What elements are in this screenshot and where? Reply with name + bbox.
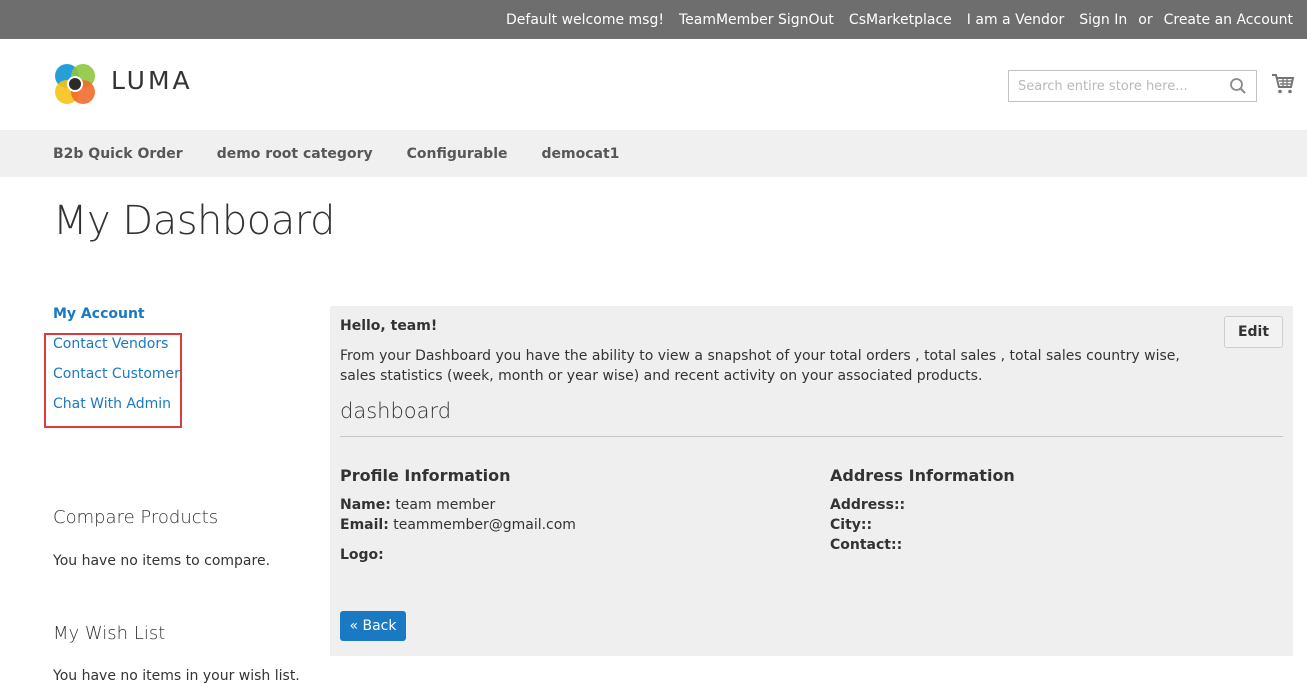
name-label: Name:	[340, 497, 391, 513]
address-label: Address::	[830, 497, 906, 513]
dashboard-panel: Hello, team! From your Dashboard you hav…	[330, 306, 1293, 656]
contact-row: Contact::	[830, 537, 902, 553]
top-header-bar: Default welcome msg! TeamMember SignOut …	[0, 0, 1307, 39]
name-value: team member	[395, 497, 496, 513]
top-links: Default welcome msg! TeamMember SignOut …	[506, 0, 1293, 39]
profile-email-row: Email: teammember@gmail.com	[340, 517, 576, 533]
compare-products-text: You have no items to compare.	[53, 553, 271, 569]
compare-products-title: Compare Products	[53, 507, 219, 528]
sidebar-item-my-account[interactable]: My Account	[53, 306, 145, 322]
dashboard-intro: From your Dashboard you have the ability…	[340, 348, 1180, 384]
address-row: Address::	[830, 497, 905, 513]
logo-text[interactable]: LUMA	[111, 66, 193, 95]
email-value: teammember@gmail.com	[393, 517, 576, 533]
wishlist-title: My Wish List	[53, 623, 166, 644]
sidebar-item-contact-vendors[interactable]: Contact Vendors	[53, 336, 168, 352]
wishlist-text: You have no items in your wish list.	[53, 668, 300, 684]
contact-label: Contact::	[830, 537, 903, 553]
profile-information-title: Profile Information	[340, 466, 511, 485]
address-information-title: Address Information	[830, 466, 1015, 485]
greeting: Hello, team!	[340, 318, 438, 334]
luma-logo-icon[interactable]	[53, 62, 97, 106]
or-text: or	[1138, 11, 1153, 28]
email-label: Email:	[340, 517, 389, 533]
cart-icon[interactable]	[1271, 72, 1295, 96]
city-row: City::	[830, 517, 872, 533]
divider	[340, 436, 1283, 437]
main-navigation: B2b Quick Order demo root category Confi…	[0, 130, 1307, 177]
section-title: dashboard	[340, 399, 452, 423]
signout-link[interactable]: TeamMember SignOut	[679, 12, 834, 28]
vendor-link[interactable]: I am a Vendor	[967, 12, 1064, 28]
profile-logo-row: Logo:	[340, 547, 384, 563]
csmarketplace-link[interactable]: CsMarketplace	[849, 12, 952, 28]
search-input[interactable]	[1009, 71, 1219, 101]
profile-name-row: Name: team member	[340, 497, 495, 513]
search-box	[1008, 70, 1257, 102]
logo-label: Logo:	[340, 547, 384, 563]
search-icon[interactable]	[1229, 77, 1247, 95]
nav-item-configurable[interactable]: Configurable	[407, 146, 508, 162]
nav-item-b2b-quick-order[interactable]: B2b Quick Order	[53, 146, 183, 162]
sign-in-link[interactable]: Sign In	[1079, 12, 1127, 28]
sidebar-item-contact-customer[interactable]: Contact Customer	[53, 366, 180, 382]
nav-item-democat1[interactable]: democat1	[542, 146, 620, 162]
edit-button[interactable]: Edit	[1224, 316, 1283, 348]
sidebar-item-chat-with-admin[interactable]: Chat With Admin	[53, 396, 171, 412]
welcome-message: Default welcome msg!	[506, 11, 664, 28]
back-button[interactable]: « Back	[340, 611, 406, 641]
city-label: City::	[830, 517, 873, 533]
nav-item-demo-root-category[interactable]: demo root category	[217, 146, 373, 162]
create-account-link[interactable]: Create an Account	[1164, 12, 1293, 28]
page-title: My Dashboard	[53, 198, 335, 244]
